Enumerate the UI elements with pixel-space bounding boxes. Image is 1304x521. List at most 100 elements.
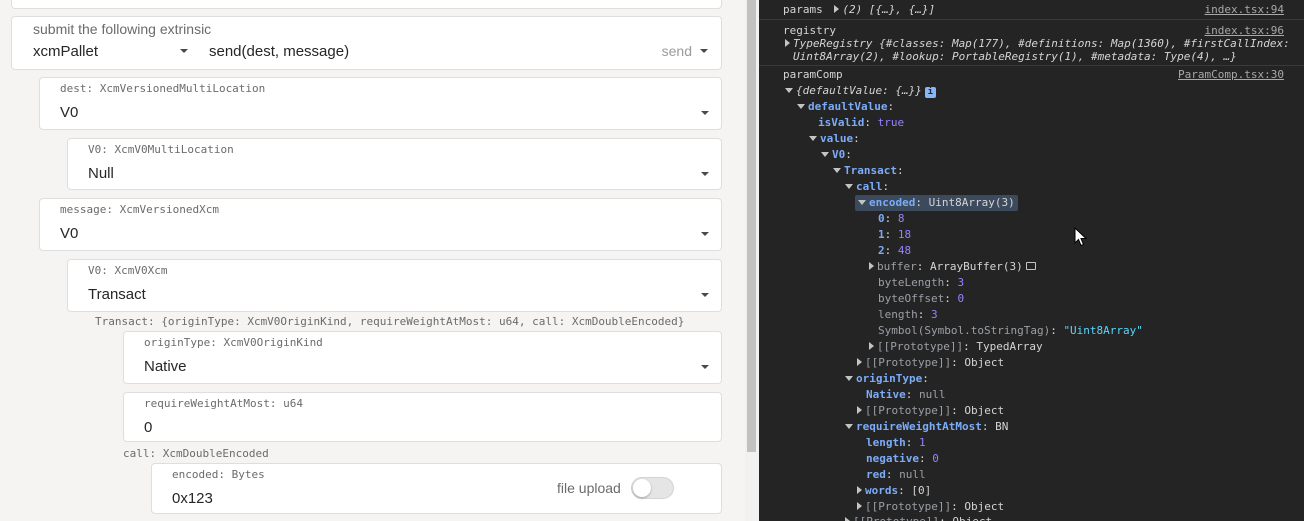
dest-dropdown[interactable]: dest: XcmVersionedMultiLocation V0 xyxy=(39,77,722,130)
params-key: params xyxy=(783,3,823,16)
tree-transact[interactable]: Transact: xyxy=(833,164,904,178)
toggle-knob xyxy=(633,479,651,497)
extrinsic-panel: submit the following extrinsic xcmPallet… xyxy=(0,0,745,521)
source-link[interactable]: index.tsx:96 xyxy=(1205,24,1284,37)
tree-proto-object[interactable]: [[Prototype]]: Object xyxy=(857,356,1004,370)
action-label: send xyxy=(661,43,692,59)
key: Transact xyxy=(844,164,897,177)
chevron-down-icon xyxy=(701,365,709,369)
tree-proto-object[interactable]: [[Prototype]]: Object xyxy=(857,404,1004,418)
tree-proto-object-clipped[interactable]: [[Prototype]]: Object xyxy=(845,515,992,521)
method-value: send(dest, message) xyxy=(209,43,350,60)
require-weight-value: 0 xyxy=(144,419,153,436)
tree-defaultvalue[interactable]: defaultValue: xyxy=(797,100,894,114)
expand-arrow-icon[interactable] xyxy=(845,517,850,521)
encoded-bytes-input[interactable]: encoded: Bytes 0x123 file upload xyxy=(151,463,722,514)
collapse-arrow-icon[interactable] xyxy=(845,424,853,429)
expand-arrow-icon[interactable] xyxy=(857,502,862,510)
origin-type-value: Native xyxy=(144,358,187,375)
scrollbar-thumb[interactable] xyxy=(747,0,756,452)
message-v0-label: V0: XcmV0Xcm xyxy=(88,264,168,277)
tree-negative: negative: 0 xyxy=(866,452,939,465)
value: 0 xyxy=(957,292,965,305)
key: originType xyxy=(856,372,923,385)
previous-section xyxy=(11,0,722,9)
collapse-arrow-icon[interactable] xyxy=(833,168,841,173)
pallet-value: xcmPallet xyxy=(33,43,99,60)
tree-proto-typedarray[interactable]: [[Prototype]]: TypedArray xyxy=(869,340,1043,354)
require-weight-label: requireWeightAtMost: u64 xyxy=(144,397,303,410)
memory-inspector-icon[interactable] xyxy=(1025,262,1036,270)
value: Object xyxy=(964,404,1005,417)
registry-preview-1: TypeRegistry {#classes: Map(177), #defin… xyxy=(793,37,1290,50)
method-dropdown[interactable]: send(dest, message) send xyxy=(192,39,722,67)
message-dropdown[interactable]: message: XcmVersionedXcm V0 xyxy=(39,198,722,251)
value: true xyxy=(877,116,905,129)
tree-origintype[interactable]: originType: xyxy=(845,372,929,386)
tree-buffer[interactable]: buffer: ArrayBuffer(3) xyxy=(869,260,1036,274)
tree-value[interactable]: value: xyxy=(809,132,860,146)
key: 1 xyxy=(878,228,885,241)
pallet-dropdown[interactable]: xcmPallet xyxy=(12,39,192,67)
value: 0 xyxy=(932,452,939,465)
key: [[Prototype]] xyxy=(877,340,964,353)
expand-arrow-icon[interactable] xyxy=(857,486,862,494)
source-link[interactable]: ParamComp.tsx:30 xyxy=(1178,68,1284,81)
tree-byte-0: 0: 8 xyxy=(878,212,905,225)
expand-arrow-icon[interactable] xyxy=(869,342,874,350)
key: buffer xyxy=(877,260,917,273)
collapse-arrow-icon[interactable] xyxy=(845,184,853,189)
value: TypedArray xyxy=(976,340,1043,353)
tree-words[interactable]: words: [0] xyxy=(857,484,931,498)
collapse-arrow-icon[interactable] xyxy=(809,136,817,141)
key: [[Prototype]] xyxy=(865,356,952,369)
chevron-down-icon xyxy=(701,172,709,176)
chevron-down-icon xyxy=(701,293,709,297)
message-label: message: XcmVersionedXcm xyxy=(60,203,219,216)
require-weight-input[interactable]: requireWeightAtMost: u64 0 xyxy=(123,392,722,442)
value: null xyxy=(899,468,926,481)
collapse-arrow-icon[interactable] xyxy=(845,376,853,381)
collapse-arrow-icon[interactable] xyxy=(858,200,866,205)
message-v0-dropdown[interactable]: V0: XcmV0Xcm Transact xyxy=(67,259,722,312)
expand-arrow-icon[interactable] xyxy=(857,406,862,414)
key: 0 xyxy=(878,212,885,225)
expand-arrow-icon[interactable] xyxy=(834,5,840,13)
value: Object xyxy=(964,356,1005,369)
expand-arrow-icon[interactable] xyxy=(857,358,862,366)
key: byteLength xyxy=(878,276,945,289)
encoded-value: 0x123 xyxy=(172,490,213,507)
tree-call[interactable]: call: xyxy=(845,180,889,194)
tree-encoded[interactable]: encoded: Uint8Array(3) xyxy=(855,195,1018,211)
tree-isvalid: isValid: true xyxy=(818,116,905,129)
key: byteOffset xyxy=(878,292,945,305)
tree-v0[interactable]: V0: xyxy=(821,148,852,162)
message-value: V0 xyxy=(60,225,79,242)
tree-root[interactable]: {defaultValue: {…}} i xyxy=(785,84,936,98)
origin-type-label: originType: XcmV0OriginKind xyxy=(144,336,323,349)
collapse-arrow-icon[interactable] xyxy=(785,88,793,93)
tree-bn-length: length: 1 xyxy=(866,436,926,449)
dest-v0-value: Null xyxy=(88,165,114,182)
origin-type-dropdown[interactable]: originType: XcmV0OriginKind Native xyxy=(123,331,722,384)
chevron-down-icon xyxy=(180,49,188,53)
key: call xyxy=(856,180,883,193)
dest-value: V0 xyxy=(60,104,79,121)
tree-requireweight[interactable]: requireWeightAtMost: BN xyxy=(845,420,1008,434)
key: requireWeightAtMost xyxy=(856,420,982,433)
collapse-arrow-icon[interactable] xyxy=(797,104,805,109)
dest-v0-dropdown[interactable]: V0: XcmV0MultiLocation Null xyxy=(67,138,722,190)
key: length xyxy=(866,436,906,449)
dest-v0-label: V0: XcmV0MultiLocation xyxy=(88,143,234,156)
collapse-arrow-icon[interactable] xyxy=(821,152,829,157)
info-icon[interactable]: i xyxy=(924,87,936,98)
source-link[interactable]: index.tsx:94 xyxy=(1205,3,1284,16)
key: defaultValue xyxy=(808,100,888,113)
expand-arrow-icon[interactable] xyxy=(869,262,874,270)
tree-proto-object[interactable]: [[Prototype]]: Object xyxy=(857,500,1004,514)
key: length xyxy=(878,308,918,321)
key: value xyxy=(820,132,854,145)
root-preview: {defaultValue: {…}} xyxy=(796,84,922,97)
expand-arrow-icon[interactable] xyxy=(785,39,790,47)
file-upload-toggle[interactable] xyxy=(631,477,674,499)
